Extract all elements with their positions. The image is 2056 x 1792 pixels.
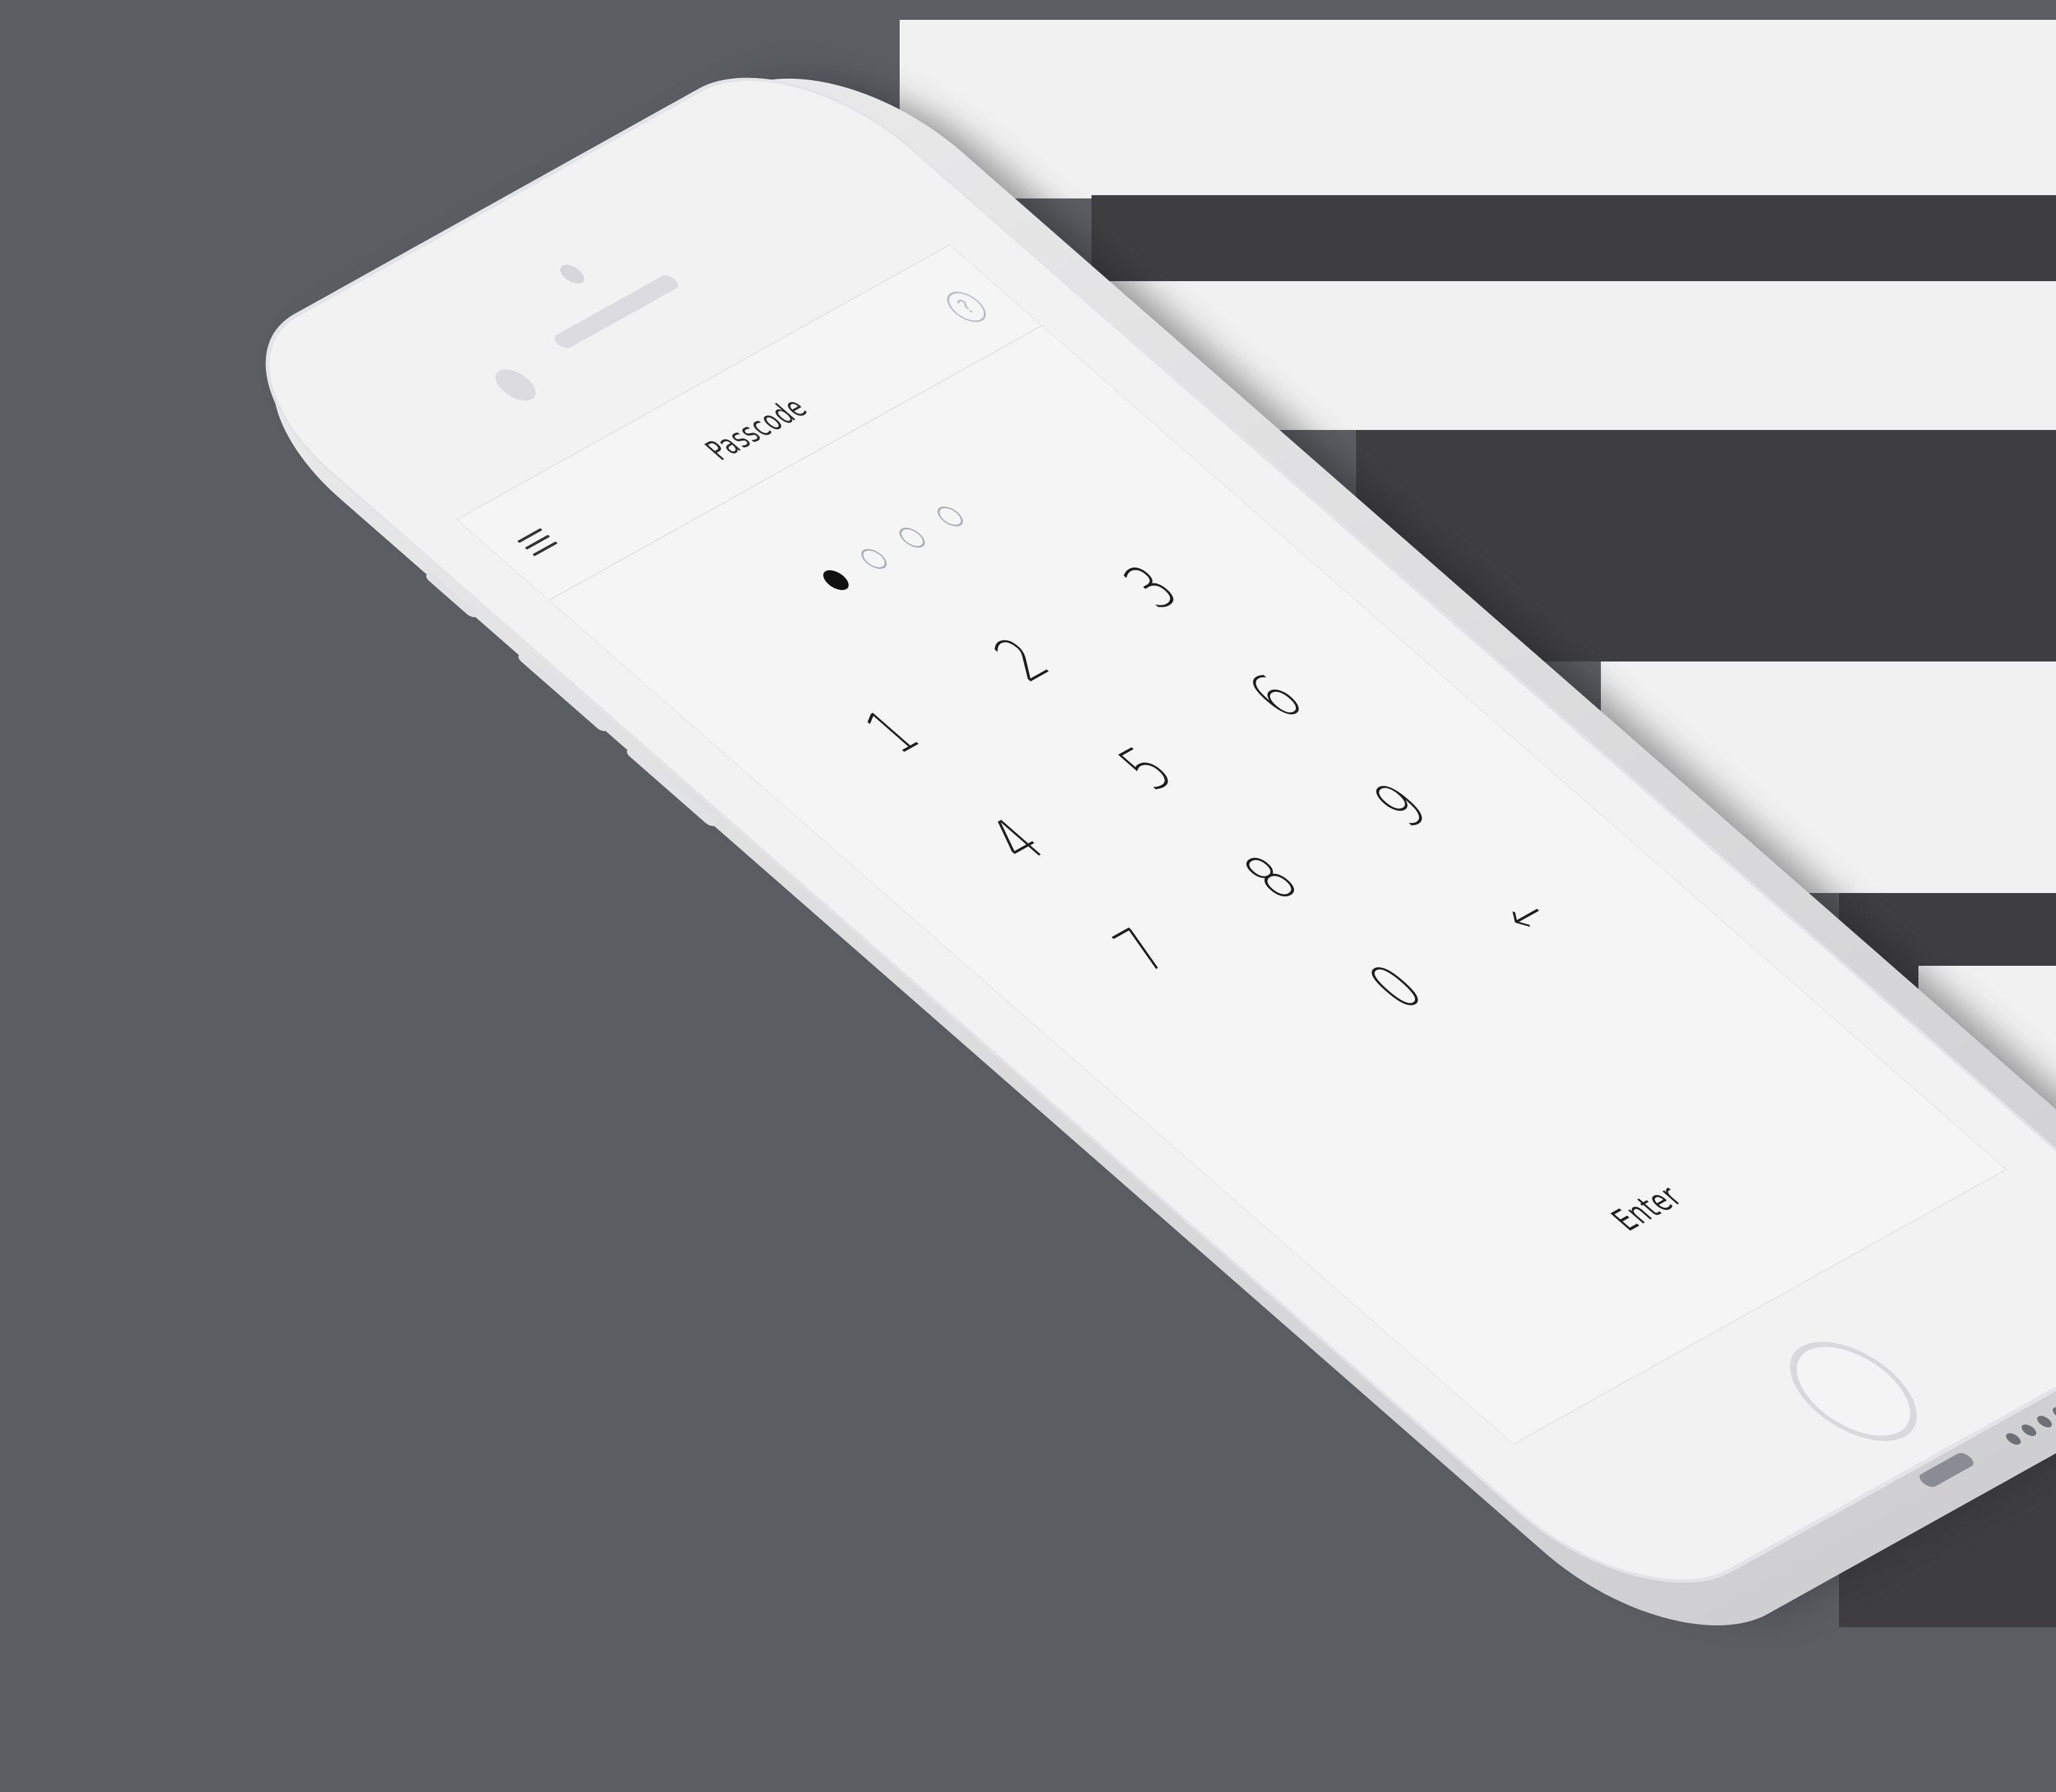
earpiece-speaker [550, 273, 682, 351]
camera-dot [555, 261, 589, 287]
background-band-light [900, 20, 2056, 198]
passcode-dot-empty [856, 546, 892, 572]
home-button[interactable] [1765, 1326, 1942, 1457]
passcode-dot-empty [894, 524, 930, 551]
passcode-dot-empty [932, 503, 968, 530]
passcode-dot-filled [818, 567, 854, 593]
background-band [1092, 195, 2056, 281]
nav-bar: Passcode ? [457, 245, 1043, 601]
enter-button[interactable]: Enter [1385, 1057, 1908, 1359]
front-camera [488, 364, 544, 406]
